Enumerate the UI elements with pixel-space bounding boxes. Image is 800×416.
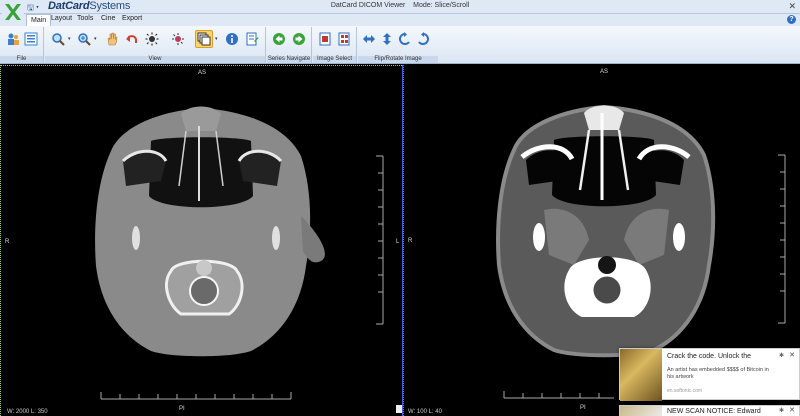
- group-label-flip-rotate: Flip/Rotate Image: [358, 56, 438, 63]
- contrast-star-icon: [172, 33, 184, 45]
- close-icon[interactable]: ✕: [789, 351, 795, 359]
- select-all-images-button[interactable]: [335, 30, 353, 48]
- document-select-icon: [319, 32, 331, 46]
- orientation-top: AS: [600, 69, 609, 75]
- window-title-text: DatCard DICOM Viewer: [330, 2, 406, 9]
- group-series-navigate: Series Navigate: [267, 27, 312, 63]
- rotate-left-button[interactable]: [396, 30, 414, 48]
- viewport-left[interactable]: AS R L PI W: 2000 L: 350: [0, 65, 402, 416]
- settings-icon[interactable]: ✱: [779, 352, 784, 359]
- tab-main[interactable]: Main: [26, 14, 52, 26]
- open-study-button[interactable]: [4, 30, 22, 48]
- flip-vertical-icon: [383, 33, 391, 45]
- horizontal-ruler: [100, 392, 292, 400]
- orientation-bottom: PI: [580, 405, 586, 411]
- ct-image-bone-window[interactable]: [1, 66, 402, 416]
- group-label-file: File: [0, 56, 43, 63]
- sun-icon: [145, 32, 159, 46]
- group-label-view: View: [45, 56, 265, 63]
- window-title: DatCard DICOM Viewer Mode: Slice/Scroll: [0, 2, 800, 9]
- title-bar: 🖫 ▾ DatCardSystems DatCard DICOM Viewer …: [0, 0, 800, 23]
- flip-horizontal-icon: [363, 35, 375, 43]
- orientation-left: R: [5, 239, 10, 245]
- undo-arrow-icon: [126, 35, 137, 43]
- pan-button[interactable]: [103, 30, 121, 48]
- group-flip-rotate: Flip/Rotate Image: [358, 27, 438, 63]
- close-icon[interactable]: ✕: [789, 406, 795, 414]
- slice-scroll-button[interactable]: [195, 30, 213, 48]
- slice-scroll-dropdown-icon[interactable]: ▾: [215, 36, 218, 42]
- orientation-left: R: [408, 238, 413, 244]
- annotation-button[interactable]: [243, 30, 261, 48]
- flip-horizontal-button[interactable]: [360, 30, 378, 48]
- notification-popup[interactable]: Crack the code. Unlock the An artist has…: [619, 348, 800, 401]
- rotate-left-icon: [399, 32, 410, 45]
- previous-series-button[interactable]: [270, 30, 288, 48]
- list-icon: [24, 32, 38, 46]
- group-label-image-select: Image Select: [313, 56, 356, 63]
- horizontal-ruler: [503, 391, 614, 399]
- info-button[interactable]: [223, 30, 241, 48]
- zoom-button[interactable]: [49, 30, 67, 48]
- group-label-series-navigate: Series Navigate: [267, 56, 311, 63]
- notepad-icon: [246, 32, 259, 46]
- orientation-top: AS: [198, 70, 207, 76]
- undo-button[interactable]: [123, 30, 141, 48]
- ad-thumbnail: [620, 406, 662, 416]
- magnifier-icon: [52, 33, 65, 46]
- vertical-ruler: [778, 154, 786, 324]
- settings-icon[interactable]: ✱: [779, 407, 784, 414]
- app-logo-icon[interactable]: [2, 1, 24, 23]
- arrow-left-icon: [273, 33, 285, 45]
- select-image-button[interactable]: [316, 30, 334, 48]
- document-grid-icon: [338, 32, 350, 46]
- arrow-right-icon: [293, 33, 305, 45]
- window-level-readout: W: 2000 L: 350: [7, 409, 48, 415]
- orientation-right: L: [396, 239, 400, 245]
- zoom-in-dropdown-icon[interactable]: ▾: [94, 36, 97, 42]
- ad-source[interactable]: en.softonic.com: [667, 388, 702, 394]
- notification-popup-2[interactable]: NEW SCAN NOTICE: Edward ✱ ✕: [619, 405, 800, 416]
- flip-vertical-button[interactable]: [378, 30, 396, 48]
- ad-body: An artist has embedded $$$$ of Bitcoin i…: [667, 367, 769, 380]
- window-close-button[interactable]: ✕: [788, 1, 796, 12]
- mode-text: Mode: Slice/Scroll: [413, 2, 470, 9]
- tab-export[interactable]: Export: [122, 15, 142, 22]
- study-list-button[interactable]: [22, 30, 40, 48]
- dicom-viewer-app: 🖫 ▾ DatCardSystems DatCard DICOM Viewer …: [0, 0, 800, 416]
- tab-cine[interactable]: Cine: [101, 15, 115, 22]
- rotate-right-icon: [418, 32, 429, 45]
- help-icon[interactable]: ?: [787, 15, 796, 24]
- window-level-readout: W: 100 L: 40: [408, 409, 442, 415]
- zoom-dropdown-icon[interactable]: ▾: [68, 36, 71, 42]
- rotate-right-button[interactable]: [414, 30, 432, 48]
- ribbon-tabs: Main Layout Tools Cine Export ?: [0, 14, 800, 26]
- group-view: ▾ ▾ ▾ View: [45, 27, 266, 63]
- zoom-in-button[interactable]: [75, 30, 93, 48]
- orientation-bottom: PI: [179, 406, 185, 412]
- ad-title: Crack the code. Unlock the: [667, 353, 752, 360]
- ad-thumbnail: [620, 349, 662, 401]
- zoom-in-icon: [78, 33, 91, 46]
- tab-tools[interactable]: Tools: [77, 15, 93, 22]
- hand-icon: [107, 32, 118, 46]
- stack-icon: [197, 32, 211, 46]
- ribbon: File ▾ ▾ ▾ View Series Navigate Image Se…: [0, 26, 800, 64]
- window-level-button[interactable]: [169, 30, 187, 48]
- vertical-ruler: [376, 155, 384, 325]
- ad-title: NEW SCAN NOTICE: Edward: [667, 408, 761, 415]
- next-series-button[interactable]: [290, 30, 308, 48]
- tab-layout[interactable]: Layout: [51, 15, 72, 22]
- group-image-select: Image Select: [313, 27, 357, 63]
- group-file: File: [0, 27, 44, 63]
- people-icon: [8, 33, 19, 45]
- brightness-button[interactable]: [143, 30, 161, 48]
- info-icon: [226, 33, 238, 45]
